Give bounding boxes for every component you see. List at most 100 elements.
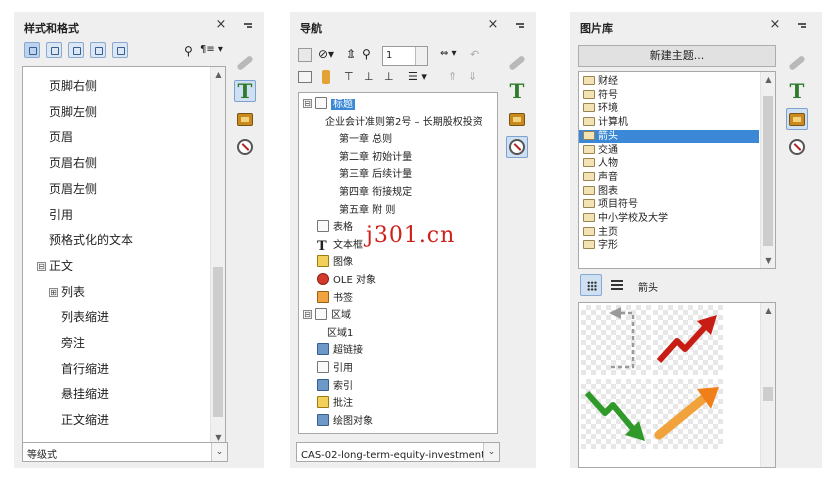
content-view-icon[interactable]: ↶ [470,48,479,61]
close-icon[interactable]: × [768,17,782,32]
scroll-down-icon[interactable]: ▼ [214,433,223,442]
theme-list-item[interactable]: 交通 [579,144,759,157]
demote-chapter-icon[interactable]: ⇓ [468,70,477,83]
scroll-down-icon[interactable]: ▼ [764,256,773,265]
frame-styles-icon[interactable] [68,42,84,58]
expand-icon[interactable]: ⊞ [49,287,58,297]
style-list-item[interactable]: ⊞ 列表 [49,283,85,303]
next-icon[interactable]: ⚲ [362,47,371,61]
chevron-down-icon[interactable]: ⌄ [483,443,499,461]
style-list-item[interactable]: ⊟ 正文 [37,257,73,277]
style-list-item[interactable]: 预格式化的文本 [49,231,133,251]
style-list-item[interactable]: 页眉左侧 [49,180,97,200]
theme-list-item[interactable]: 财经 [579,75,759,88]
theme-list-item[interactable]: 声音 [579,171,759,184]
list-box-icon[interactable] [298,71,312,83]
theme-list-item[interactable]: 字形 [579,239,759,252]
previous-icon[interactable]: ⇭ [346,47,356,61]
navigator-tree-item[interactable]: 第二章 初始计量 [339,150,412,167]
navigator-tree[interactable]: ⊟ 标题 企业会计准则第2号 – 长期股权投资 第一章 总则 第二章 初始计量 第三章 后… [298,92,498,434]
navigator-tree-item[interactable]: 引用 [317,361,353,378]
navigator-tree-item[interactable]: 绘图对象 [317,413,373,431]
scroll-thumb[interactable] [763,96,773,246]
navigator-tree-item[interactable]: 书签 [317,290,353,308]
properties-wrench-icon[interactable] [234,52,256,74]
thumbnail-item[interactable] [581,379,651,449]
header-icon[interactable]: ⊤ [344,70,354,83]
close-icon[interactable]: × [486,17,500,32]
navigator-tree-item[interactable]: 表格 [317,220,353,237]
style-list-item[interactable]: 页眉右侧 [49,154,97,174]
properties-wrench-icon[interactable] [506,52,528,74]
theme-list[interactable]: 财经 符号 环境 计算机 箭头 交通 人物 声音 图表 项目符号 中小学校及大学 主页 字形 ▲ ▼ [578,71,776,269]
gallery-icon[interactable] [506,108,528,130]
vertical-scrollbar[interactable]: ▲ ▼ [210,67,225,445]
navigator-tree-item[interactable]: 第三章 后续计量 [339,167,412,184]
scroll-up-icon[interactable]: ▲ [764,306,773,315]
thumbnail-grid[interactable]: ▲ [578,302,776,468]
navigator-compass-icon[interactable] [786,136,808,158]
navigator-tree-item[interactable]: 第一章 总则 [339,132,392,149]
scroll-up-icon[interactable]: ▲ [764,75,773,84]
navigator-tree-item[interactable]: 索引 [317,378,353,396]
list-styles-icon[interactable] [112,42,128,58]
style-list-item[interactable]: 页脚右侧 [49,77,97,97]
scroll-up-icon[interactable]: ▲ [214,70,223,79]
thumbnail-item[interactable] [653,305,723,375]
theme-list-item[interactable]: 人物 [579,157,759,170]
fill-format-icon[interactable]: ⚲ [184,44,193,58]
page-styles-icon[interactable] [90,42,106,58]
style-list-item[interactable]: 页脚左侧 [49,103,97,123]
properties-wrench-icon[interactable] [786,52,808,74]
toggle-icon[interactable] [298,48,312,62]
navigator-tree-item[interactable]: 第五章 附 则 [339,203,395,220]
new-theme-button[interactable]: 新建主题... [578,45,776,67]
navigation-compass-icon[interactable]: ⊘▾ [318,47,334,61]
vertical-scrollbar[interactable]: ▲ ▼ [760,72,775,268]
detail-view-button[interactable] [606,274,628,296]
theme-list-item[interactable]: 箭头 [579,129,759,143]
navigator-compass-icon[interactable] [234,136,256,158]
scroll-thumb[interactable] [213,267,223,417]
collapse-icon[interactable]: ⊟ [303,310,312,320]
theme-list-item[interactable]: 符号 [579,89,759,102]
navigator-compass-icon[interactable] [506,136,528,158]
theme-list-item[interactable]: 项目符号 [579,198,759,211]
style-list-item[interactable]: 页眉 [49,128,73,148]
promote-chapter-icon[interactable]: ⇑ [448,70,457,83]
navigator-tree-item[interactable]: 企业会计准则第2号 – 长期股权投资 [325,115,483,132]
navigator-tree-item[interactable]: ⊟ 标题 [303,97,355,114]
style-list-item[interactable]: 悬挂缩进 [61,385,109,405]
footer-icon[interactable]: ⊥ [364,70,374,83]
style-filter-select[interactable]: 等级式 ⌄ [22,442,228,462]
sidebar-menu-icon[interactable] [514,21,526,31]
sidebar-menu-icon[interactable] [242,21,254,31]
style-list-item[interactable]: 正文缩进 [61,411,109,431]
theme-list-item[interactable]: 中小学校及大学 [579,212,759,225]
heading-levels-icon[interactable]: ☰ ▾ [408,70,427,83]
gallery-icon[interactable] [786,108,808,130]
style-list-item[interactable]: 列表缩进 [61,308,109,328]
navigator-tree-item[interactable]: OLE 对象 [317,273,376,290]
page-number-input[interactable]: 1 [382,46,428,66]
new-style-icon[interactable]: ¶≡ ▾ [200,44,223,55]
theme-list-item[interactable]: 计算机 [579,116,759,129]
thumbnail-item[interactable] [653,379,723,449]
styles-T-icon[interactable]: T [786,80,808,102]
navigator-tree-item[interactable]: T 文本框 [317,238,363,255]
thumbnail-item[interactable] [581,305,651,375]
navigator-tree-item[interactable]: ⊟ 区域 [303,308,351,325]
character-styles-icon[interactable] [46,42,62,58]
gallery-icon[interactable] [234,108,256,130]
theme-list-item[interactable]: 主页 [579,226,759,239]
document-select[interactable]: CAS-02-long-term-equity-investment (活 ⌄ [296,442,500,462]
styles-T-icon[interactable]: T [506,80,528,102]
styles-T-icon[interactable]: T [234,80,256,102]
paragraph-styles-icon[interactable] [24,42,40,58]
style-list-item[interactable]: 首行缩进 [61,360,109,380]
navigator-tree-item[interactable]: 区域1 [327,326,353,343]
icon-view-button[interactable] [580,274,602,296]
theme-list-item[interactable]: 环境 [579,102,759,115]
style-list-item[interactable]: 旁注 [61,334,85,354]
drag-mode-icon[interactable]: ⇔ ▾ [440,48,457,59]
